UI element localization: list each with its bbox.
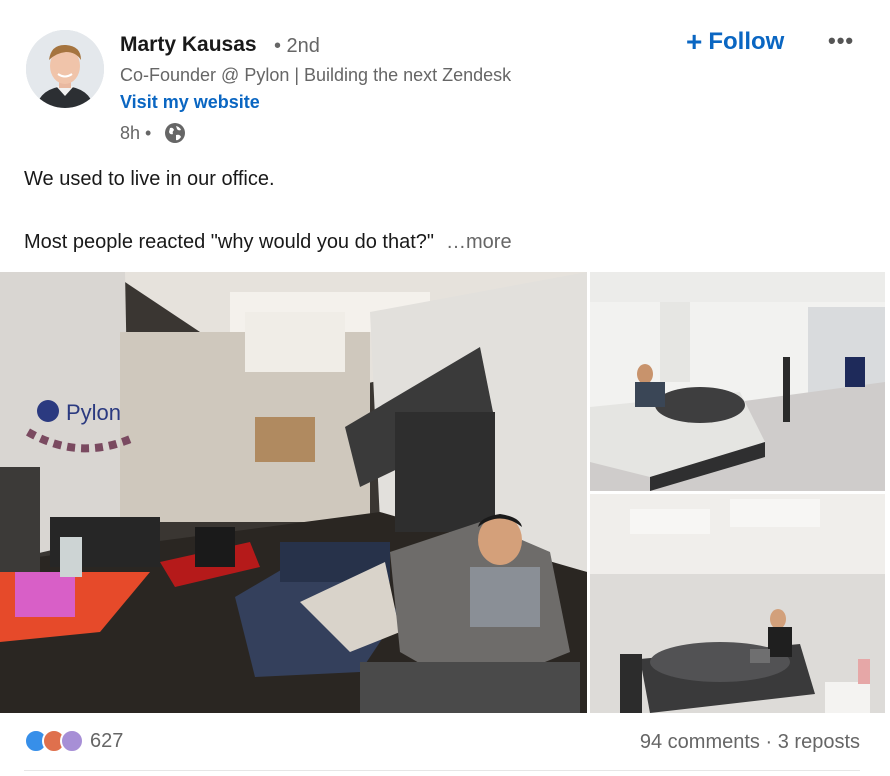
author-headline: Co-Founder @ Pylon | Building the next Z… bbox=[120, 65, 512, 85]
see-more-button[interactable]: …more bbox=[446, 231, 512, 253]
post-image-main[interactable]: Pylon bbox=[0, 272, 587, 713]
post-text-line-2: Most people reacted "why would you do th… bbox=[24, 231, 434, 253]
post-text-line: Most people reacted "why would you do th… bbox=[24, 231, 512, 254]
post-image-3[interactable] bbox=[590, 494, 885, 713]
separator: · bbox=[765, 731, 773, 753]
divider bbox=[24, 770, 860, 771]
post-time: 8h • bbox=[120, 123, 152, 143]
reaction-count[interactable]: 627 bbox=[90, 730, 123, 753]
author-avatar[interactable] bbox=[26, 30, 104, 108]
comments-count[interactable]: 94 comments bbox=[640, 731, 760, 753]
plus-icon: + bbox=[686, 26, 703, 57]
globe-icon bbox=[165, 123, 185, 143]
social-counts: 94 comments · 3 reposts bbox=[640, 731, 860, 754]
connection-degree: • 2nd bbox=[274, 35, 320, 57]
more-horizontal-icon[interactable]: ••• bbox=[828, 28, 854, 54]
post-image-2[interactable] bbox=[590, 272, 885, 491]
author-name[interactable]: Marty Kausas bbox=[120, 33, 257, 57]
follow-button[interactable]: + Follow bbox=[686, 26, 784, 58]
reactions-summary[interactable]: 627 bbox=[24, 729, 123, 753]
visit-website-link[interactable]: Visit my website bbox=[120, 92, 260, 113]
post-text-line: We used to live in our office. bbox=[24, 168, 275, 190]
support-icon bbox=[60, 729, 84, 753]
pylon-sign-text: Pylon bbox=[66, 400, 121, 425]
previous-post-cutoff bbox=[118, 0, 123, 9]
follow-label: Follow bbox=[708, 28, 785, 55]
reposts-count[interactable]: 3 reposts bbox=[778, 731, 860, 753]
